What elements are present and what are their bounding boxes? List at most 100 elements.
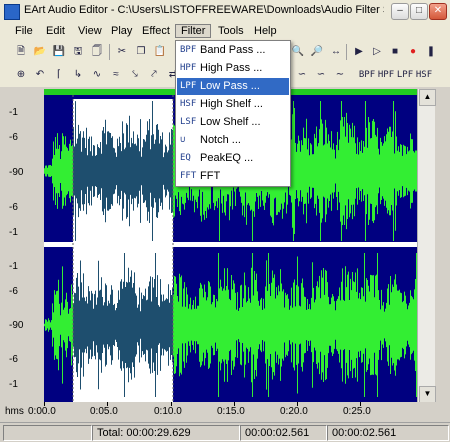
play-icon[interactable]: ▶ — [351, 44, 367, 60]
hsf-icon: HSF — [180, 99, 197, 109]
timeline-label: 0:05.0 — [90, 406, 118, 417]
normalize-icon[interactable]: ≈ — [108, 67, 124, 83]
timeline-label: 0:00.0 — [28, 406, 56, 417]
menu-item-peakeq[interactable]: EQ PeakEQ ... — [177, 150, 289, 167]
copy-icon[interactable]: ❐ — [133, 44, 149, 60]
menu-item-label: High Pass ... — [200, 62, 263, 74]
selection-top-marker — [73, 95, 173, 99]
channel-divider — [44, 242, 417, 247]
minimize-button[interactable]: – — [391, 3, 409, 20]
save-as-icon[interactable]: 🖫 — [70, 44, 86, 60]
toolbar-separator — [346, 44, 347, 60]
marker-icon[interactable]: ⌈ — [51, 67, 67, 83]
timeline: hms 0:00.0 0:05.0 0:10.0 0:15.0 0:20.0 0… — [0, 402, 450, 422]
timeline-label: 0:25.0 — [343, 406, 371, 417]
menu-item-band-pass[interactable]: BPF Band Pass ... — [177, 42, 289, 59]
menu-item-low-shelf[interactable]: LSF Low Shelf ... — [177, 114, 289, 131]
menu-file[interactable]: File — [9, 24, 39, 38]
menu-item-label: Band Pass ... — [200, 44, 266, 56]
notch-icon: ∪ — [180, 135, 186, 145]
menu-item-label: High Shelf ... — [200, 98, 263, 110]
menu-tools[interactable]: Tools — [212, 24, 250, 38]
save-icon[interactable]: 💾 — [51, 44, 67, 60]
close-file-icon[interactable]: 🗍 — [89, 44, 105, 60]
window-title: EArt Audio Editor - C:\Users\LISTOFFREEW… — [24, 4, 384, 16]
hsf-button[interactable]: HSF — [415, 67, 433, 83]
stop-icon[interactable]: ■ — [387, 44, 403, 60]
menu-item-label: Low Shelf ... — [200, 116, 261, 128]
lpf-icon: LPF — [180, 81, 197, 91]
silence-icon[interactable]: ↳ — [70, 67, 86, 83]
trim-icon[interactable]: ⊕ — [13, 67, 29, 83]
ruler-label: -6 — [9, 202, 18, 213]
eq-icon: EQ — [180, 153, 191, 163]
title-bar: EArt Audio Editor - C:\Users\LISTOFFREEW… — [0, 0, 450, 23]
menu-item-high-shelf[interactable]: HSF High Shelf ... — [177, 96, 289, 113]
app-icon — [4, 4, 20, 20]
menu-item-label: FFT — [200, 170, 221, 182]
zoom-in-icon[interactable]: 🔍 — [290, 44, 306, 60]
ruler-label: -6 — [9, 286, 18, 297]
play-loop-icon[interactable]: ▷ — [369, 44, 385, 60]
ruler-label: -1 — [9, 107, 18, 118]
ruler-label: -1 — [9, 379, 18, 390]
status-blank — [3, 425, 92, 441]
menu-item-notch[interactable]: ∪ Notch ... — [177, 132, 289, 149]
menu-view[interactable]: View — [72, 24, 108, 38]
undo-icon[interactable]: ↶ — [32, 67, 48, 83]
filter-dropdown-menu: BPF Band Pass ... HPF High Pass ... LPF … — [175, 40, 291, 187]
scroll-up-icon[interactable]: ▲ — [419, 89, 436, 106]
fft-icon: FFT — [180, 171, 197, 181]
menu-filter[interactable]: Filter — [175, 24, 212, 38]
timeline-unit: hms — [5, 406, 24, 417]
timeline-label: 0:20.0 — [280, 406, 308, 417]
toolbar-separator — [109, 44, 110, 60]
delay-icon[interactable]: ∽ — [313, 67, 329, 83]
new-file-icon[interactable]: 🗎 — [13, 44, 29, 60]
ruler-label: -1 — [9, 261, 18, 272]
vertical-scrollbar[interactable]: ▲ ▼ — [417, 89, 436, 403]
zoom-fit-icon[interactable]: ↔ — [328, 44, 344, 60]
hpf-icon: HPF — [180, 63, 197, 73]
level-ruler: -1 -6 -90 -6 -1 -1 -6 -90 -6 -1 — [3, 89, 44, 402]
zoom-out-icon[interactable]: 🔎 — [309, 44, 325, 60]
menu-item-label: Low Pass ... — [200, 80, 260, 92]
menu-item-label: PeakEQ ... — [200, 152, 254, 164]
status-selection: 00:00:02.561 — [240, 425, 327, 441]
paste-icon[interactable]: 📋 — [152, 44, 168, 60]
ruler-label: -1 — [9, 227, 18, 238]
fade-in-icon[interactable]: ⤥ — [127, 67, 143, 83]
status-position: 00:00:02.561 — [327, 425, 449, 441]
lsf-icon: LSF — [180, 117, 197, 127]
cut-icon[interactable]: ✂ — [114, 44, 130, 60]
record-icon[interactable]: ● — [405, 44, 421, 60]
ruler-label: -6 — [9, 132, 18, 143]
menu-bar: File Edit View Play Effect Filter Tools … — [0, 22, 450, 41]
scroll-down-icon[interactable]: ▼ — [419, 386, 436, 403]
open-folder-icon[interactable]: 📂 — [32, 44, 48, 60]
menu-effect[interactable]: Effect — [136, 24, 176, 38]
ruler-label: -90 — [9, 320, 24, 331]
status-total: Total: 00:00:29.629 — [92, 425, 240, 441]
maximize-button[interactable]: □ — [410, 3, 428, 20]
lpf-button[interactable]: LPF — [396, 67, 414, 83]
timeline-label: 0:10.0 — [154, 406, 182, 417]
menu-item-fft[interactable]: FFT FFT — [177, 168, 289, 185]
reverb-icon[interactable]: ∼ — [332, 67, 348, 83]
fade-out-icon[interactable]: ⤤ — [146, 67, 162, 83]
hpf-button[interactable]: HPF — [377, 67, 395, 83]
close-button[interactable]: ✕ — [429, 3, 447, 20]
menu-item-low-pass[interactable]: LPF Low Pass ... — [177, 78, 289, 95]
menu-item-high-pass[interactable]: HPF High Pass ... — [177, 60, 289, 77]
bpf-button[interactable]: BPF — [358, 67, 376, 83]
menu-play[interactable]: Play — [105, 24, 138, 38]
status-bar: Total: 00:00:29.629 00:00:02.561 00:00:0… — [0, 422, 450, 442]
menu-edit[interactable]: Edit — [40, 24, 71, 38]
menu-help[interactable]: Help — [248, 24, 283, 38]
pause-icon[interactable]: ❚ — [423, 44, 439, 60]
ruler-label: -90 — [9, 167, 24, 178]
menu-item-label: Notch ... — [200, 134, 241, 146]
echo-icon[interactable]: ∽ — [294, 67, 310, 83]
timeline-label: 0:15.0 — [217, 406, 245, 417]
amplify-icon[interactable]: ∿ — [89, 67, 105, 83]
